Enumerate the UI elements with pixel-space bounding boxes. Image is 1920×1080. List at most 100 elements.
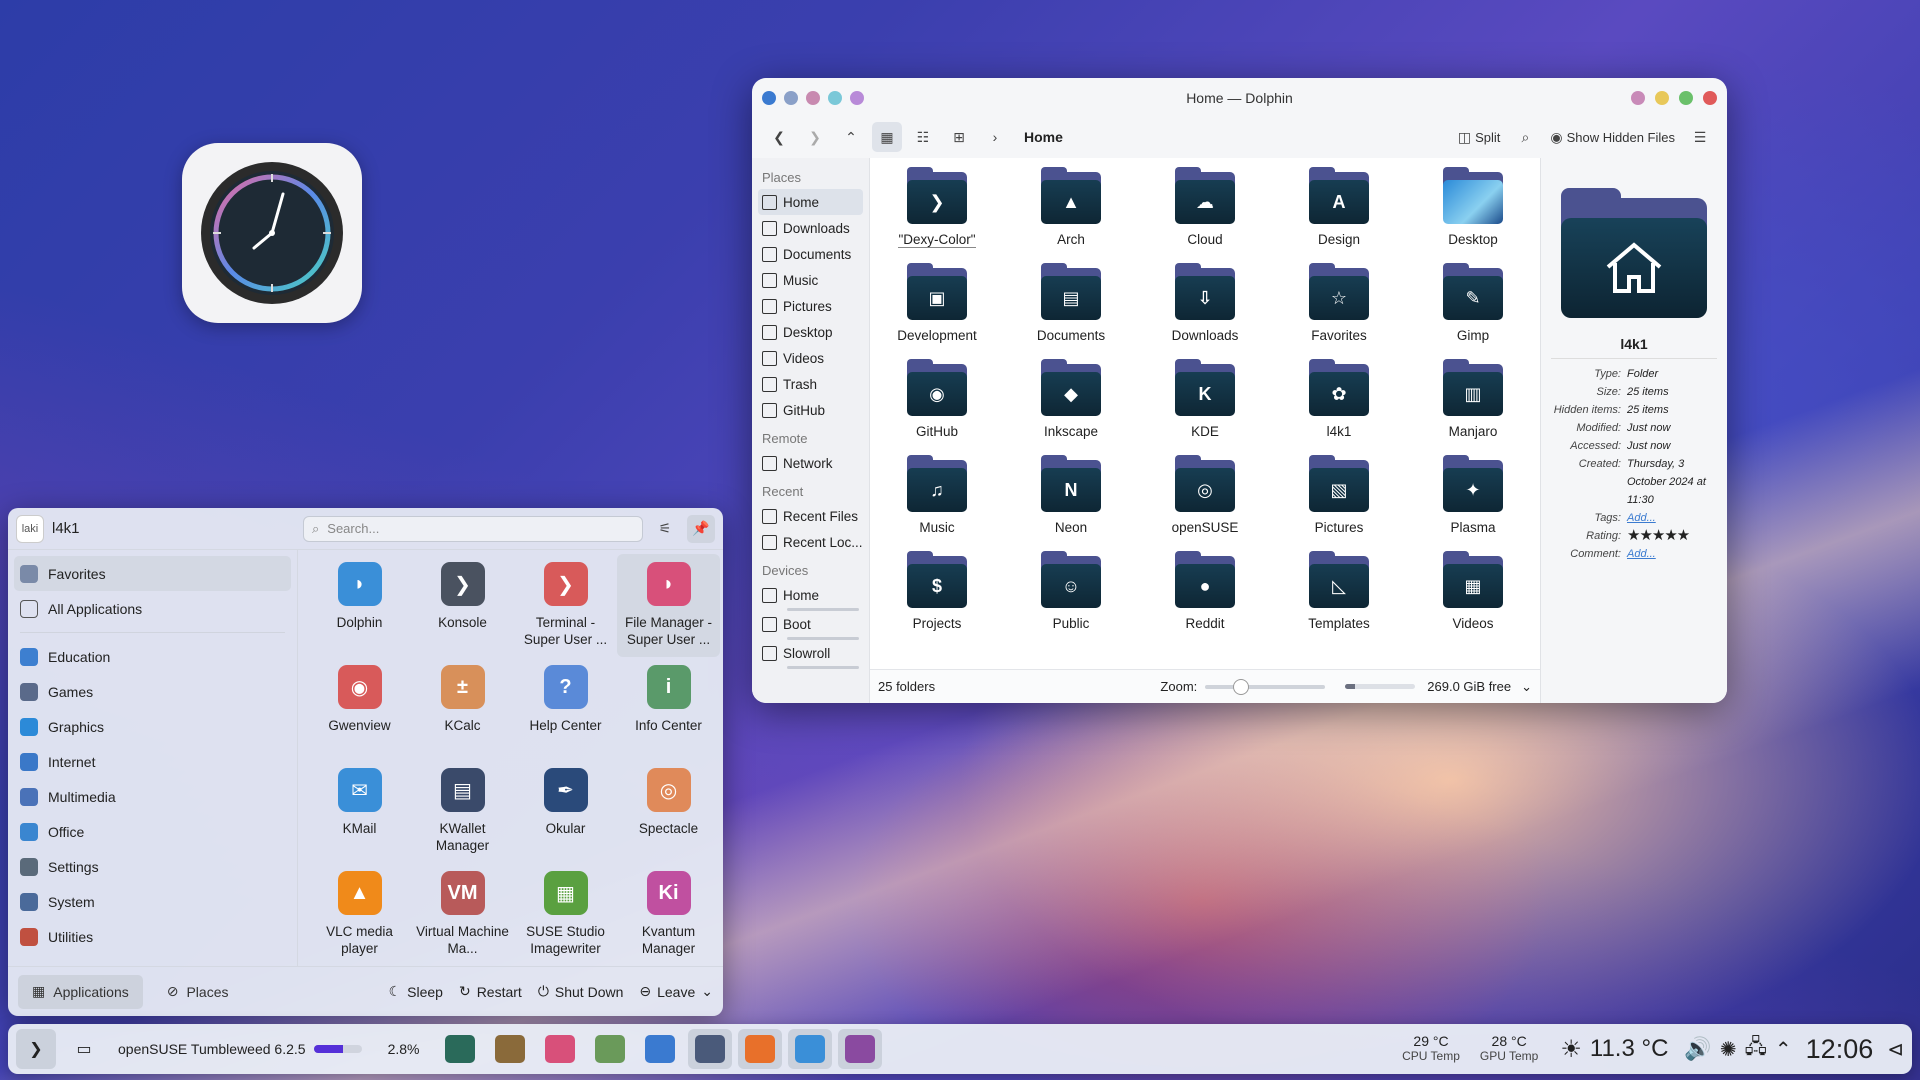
folder-item[interactable]: ◆ Inkscape <box>1004 359 1138 456</box>
folder-item[interactable]: $ Projects <box>870 551 1004 648</box>
app-okular[interactable]: ✒ Okular <box>514 760 617 863</box>
app-launcher-icon[interactable]: ❯ <box>16 1029 56 1069</box>
app-info-center[interactable]: i Info Center <box>617 657 720 760</box>
category-all-applications[interactable]: All Applications <box>14 591 291 626</box>
comment-add-link[interactable]: Add... <box>1627 545 1717 563</box>
restart-button[interactable]: ↻ Restart <box>459 983 522 1000</box>
maximize-button[interactable] <box>1679 91 1693 105</box>
search-icon[interactable]: ⌕ <box>1510 122 1540 152</box>
compact-view-icon[interactable]: ☷ <box>908 122 938 152</box>
recent-recent-loc-[interactable]: Recent Loc... <box>758 529 863 555</box>
folder-item[interactable]: ⇩ Downloads <box>1138 263 1272 360</box>
remote-network[interactable]: Network <box>758 450 863 476</box>
analog-clock-widget[interactable] <box>182 143 362 323</box>
folder-item[interactable]: ♫ Music <box>870 455 1004 552</box>
app-vlc-media-player[interactable]: ▲ VLC media player <box>308 863 411 966</box>
titlebar[interactable]: Home — Dolphin <box>752 78 1727 118</box>
app-file-manager-super-user[interactable]: ◗ File Manager - Super User ... <box>617 554 720 657</box>
folder-item[interactable]: Desktop <box>1406 167 1540 264</box>
folder-item[interactable]: ▲ Arch <box>1004 167 1138 264</box>
folder-item[interactable]: ☺ Public <box>1004 551 1138 648</box>
rating-stars[interactable]: ★★★★★ <box>1627 527 1717 545</box>
folder-item[interactable]: K KDE <box>1138 359 1272 456</box>
category-utilities[interactable]: Utilities <box>14 919 291 954</box>
category-settings[interactable]: Settings <box>14 849 291 884</box>
folder-item[interactable]: ◎ openSUSE <box>1138 455 1272 552</box>
applications-tab[interactable]: ▦ Applications <box>18 974 143 1009</box>
app-suse-studio-imagewriter[interactable]: ▦ SUSE Studio Imagewriter <box>514 863 617 966</box>
folder-item[interactable]: ▣ Development <box>870 263 1004 360</box>
folder-item[interactable]: ▧ Pictures <box>1272 455 1406 552</box>
folder-item[interactable]: ☁ Cloud <box>1138 167 1272 264</box>
device-boot[interactable]: Boot <box>758 611 863 637</box>
breadcrumb-home[interactable]: Home <box>1024 129 1063 145</box>
folder-item[interactable]: ✎ Gimp <box>1406 263 1540 360</box>
show-hidden-files-button[interactable]: ◉ Show Hidden Files <box>1546 122 1679 152</box>
place-pictures[interactable]: Pictures <box>758 293 863 319</box>
task-system-monitor[interactable] <box>438 1029 482 1069</box>
app-kwallet-manager[interactable]: ▤ KWallet Manager <box>411 760 514 863</box>
place-videos[interactable]: Videos <box>758 345 863 371</box>
folder-item[interactable]: ☆ Favorites <box>1272 263 1406 360</box>
forward-icon[interactable]: ❯ <box>800 122 830 152</box>
task-kvantum[interactable] <box>837 1029 882 1069</box>
folder-item[interactable]: ✿ l4k1 <box>1272 359 1406 456</box>
app-kcalc[interactable]: ± KCalc <box>411 657 514 760</box>
app-virtual-machine-ma[interactable]: VM Virtual Machine Ma... <box>411 863 514 966</box>
app-dolphin[interactable]: ◗ Dolphin <box>308 554 411 657</box>
gpu-temp-widget[interactable]: 28 °C GPU Temp <box>1480 1034 1538 1064</box>
category-system[interactable]: System <box>14 884 291 919</box>
recent-recent-files[interactable]: Recent Files <box>758 503 863 529</box>
volume-icon[interactable]: 🔊 <box>1684 1036 1711 1062</box>
split-button[interactable]: ◫ Split <box>1454 122 1505 152</box>
details-view-icon[interactable]: ⊞ <box>944 122 974 152</box>
zoom-slider[interactable] <box>1205 678 1326 695</box>
place-music[interactable]: Music <box>758 267 863 293</box>
digital-clock[interactable]: 12:06 <box>1806 1034 1874 1065</box>
peek-desktop-icon[interactable]: ▭ <box>64 1029 104 1069</box>
configure-icon[interactable]: ⚟ <box>651 515 679 543</box>
folder-item[interactable]: N Neon <box>1004 455 1138 552</box>
app-gwenview[interactable]: ◉ Gwenview <box>308 657 411 760</box>
leave-button[interactable]: ⊖ Leave ⌄ <box>639 983 713 1000</box>
up-icon[interactable]: ⌃ <box>836 122 866 152</box>
place-downloads[interactable]: Downloads <box>758 215 863 241</box>
app-konsole[interactable]: ❯ Konsole <box>411 554 514 657</box>
place-trash[interactable]: Trash <box>758 371 863 397</box>
places-tab[interactable]: ⊘ Places <box>153 975 243 1009</box>
titlebar-button[interactable] <box>806 91 820 105</box>
device-slowroll[interactable]: Slowroll <box>758 640 863 666</box>
search-input[interactable]: ⌕ Search... <box>303 515 643 542</box>
place-desktop[interactable]: Desktop <box>758 319 863 345</box>
place-home[interactable]: Home <box>758 189 863 215</box>
sleep-button[interactable]: ☾ Sleep <box>389 983 443 1000</box>
cpu-temp-widget[interactable]: 29 °C CPU Temp <box>1402 1034 1460 1064</box>
titlebar-button[interactable] <box>828 91 842 105</box>
network-icon[interactable]: 🖧 <box>1745 1032 1767 1066</box>
back-icon[interactable]: ❮ <box>764 122 794 152</box>
sun-icon[interactable]: ☀ <box>1560 1035 1582 1064</box>
category-games[interactable]: Games <box>14 674 291 709</box>
brightness-icon[interactable]: ✺ <box>1720 1037 1737 1062</box>
task-settings[interactable] <box>687 1029 732 1069</box>
task-shop[interactable] <box>638 1029 682 1069</box>
task-image-editor[interactable] <box>588 1029 632 1069</box>
close-button[interactable] <box>1703 91 1717 105</box>
folder-item[interactable]: ◺ Templates <box>1272 551 1406 648</box>
show-desktop-icon[interactable]: ⊲ <box>1887 1037 1904 1062</box>
task-gimp[interactable] <box>488 1029 532 1069</box>
category-graphics[interactable]: Graphics <box>14 709 291 744</box>
titlebar-button[interactable] <box>784 91 798 105</box>
app-help-center[interactable]: ? Help Center <box>514 657 617 760</box>
chevron-down-icon[interactable]: ⌄ <box>1521 679 1532 695</box>
category-favorites[interactable]: Favorites <box>14 556 291 591</box>
dolphin-app-icon[interactable] <box>762 91 776 105</box>
folder-item[interactable]: ▤ Documents <box>1004 263 1138 360</box>
pin-icon[interactable]: 📌 <box>687 514 715 543</box>
place-github[interactable]: GitHub <box>758 397 863 423</box>
tags-add-link[interactable]: Add... <box>1627 509 1717 527</box>
category-internet[interactable]: Internet <box>14 744 291 779</box>
folder-item[interactable]: ❯ "Dexy-Color" <box>870 167 1004 264</box>
shutdown-button[interactable]: ⏻ Shut Down <box>538 983 624 1000</box>
folder-item[interactable]: ▥ Manjaro <box>1406 359 1540 456</box>
